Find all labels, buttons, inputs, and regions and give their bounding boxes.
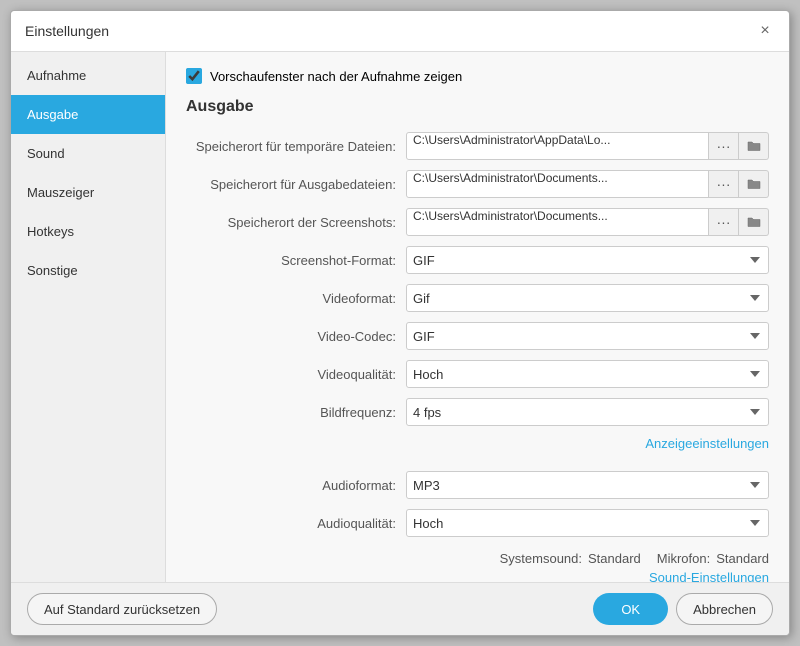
ok-button[interactable]: OK — [593, 593, 668, 625]
videoqualitaet-label: Videoqualität: — [186, 367, 406, 382]
sidebar-item-aufnahme[interactable]: Aufnahme — [11, 56, 165, 95]
bildfrequenz-row: Bildfrequenz: 4 fps — [186, 398, 769, 426]
action-buttons: OK Abbrechen — [593, 593, 773, 625]
screenshots-input[interactable]: C:\Users\Administrator\Documents... — [406, 208, 709, 236]
content-area: Aufnahme Ausgabe Sound Mauszeiger Hotkey… — [11, 52, 789, 582]
sidebar-item-sound[interactable]: Sound — [11, 134, 165, 173]
bildfrequenz-control: 4 fps — [406, 398, 769, 426]
main-inner: Vorschaufenster nach der Aufnahme zeigen… — [166, 52, 789, 582]
videoformat-label: Videoformat: — [186, 291, 406, 306]
temp-files-label: Speicherort für temporäre Dateien: — [186, 139, 406, 154]
folder-icon — [747, 140, 761, 152]
main-scroll: Vorschaufenster nach der Aufnahme zeigen… — [166, 52, 789, 582]
folder-icon — [747, 216, 761, 228]
sidebar: Aufnahme Ausgabe Sound Mauszeiger Hotkey… — [11, 52, 166, 582]
temp-files-dots-button[interactable]: ··· — [709, 132, 739, 160]
sound-settings-link[interactable]: Sound-Einstellungen — [649, 570, 769, 582]
anzeige-link-row: Anzeigeeinstellungen — [186, 436, 769, 451]
mikrofon-status: Mikrofon: Standard — [657, 551, 769, 566]
mikrofon-label: Mikrofon: — [657, 551, 710, 566]
main-panel: Vorschaufenster nach der Aufnahme zeigen… — [166, 52, 789, 582]
temp-files-control: C:\Users\Administrator\AppData\Lo... ··· — [406, 132, 769, 160]
systemsound-value: Standard — [588, 551, 641, 566]
screenshot-format-control: GIF — [406, 246, 769, 274]
screenshots-row: Speicherort der Screenshots: C:\Users\Ad… — [186, 208, 769, 236]
bottom-bar: Auf Standard zurücksetzen OK Abbrechen — [11, 582, 789, 635]
temp-files-input[interactable]: C:\Users\Administrator\AppData\Lo... — [406, 132, 709, 160]
screenshot-format-select[interactable]: GIF — [406, 246, 769, 274]
bildfrequenz-label: Bildfrequenz: — [186, 405, 406, 420]
screenshot-format-label: Screenshot-Format: — [186, 253, 406, 268]
temp-files-row: Speicherort für temporäre Dateien: C:\Us… — [186, 132, 769, 160]
audioqualitaet-label: Audioqualität: — [186, 516, 406, 531]
videoqualitaet-control: Hoch — [406, 360, 769, 388]
screenshots-label: Speicherort der Screenshots: — [186, 215, 406, 230]
dialog-title: Einstellungen — [25, 23, 109, 39]
preview-checkbox-label: Vorschaufenster nach der Aufnahme zeigen — [210, 69, 462, 84]
sidebar-item-hotkeys[interactable]: Hotkeys — [11, 212, 165, 251]
output-files-row: Speicherort für Ausgabedateien: C:\Users… — [186, 170, 769, 198]
screenshots-dots-button[interactable]: ··· — [709, 208, 739, 236]
bildfrequenz-select[interactable]: 4 fps — [406, 398, 769, 426]
output-files-control: C:\Users\Administrator\Documents... ··· — [406, 170, 769, 198]
output-files-dots-button[interactable]: ··· — [709, 170, 739, 198]
sidebar-item-mauszeiger[interactable]: Mauszeiger — [11, 173, 165, 212]
systemsound-status: Systemsound: Standard — [500, 551, 641, 566]
audioformat-select[interactable]: MP3 — [406, 471, 769, 499]
sidebar-item-sonstige[interactable]: Sonstige — [11, 251, 165, 290]
video-codec-label: Video-Codec: — [186, 329, 406, 344]
systemsound-label: Systemsound: — [500, 551, 582, 566]
videoformat-control: Gif — [406, 284, 769, 312]
audio-status-row: Systemsound: Standard Mikrofon: Standard — [186, 547, 769, 570]
temp-files-folder-button[interactable] — [739, 132, 769, 160]
videoqualitaet-row: Videoqualität: Hoch — [186, 360, 769, 388]
sound-link-row: Sound-Einstellungen — [186, 570, 769, 582]
audioqualitaet-row: Audioqualität: Hoch — [186, 509, 769, 537]
close-button[interactable]: × — [755, 21, 775, 41]
reset-button[interactable]: Auf Standard zurücksetzen — [27, 593, 217, 625]
mikrofon-value: Standard — [716, 551, 769, 566]
audioformat-row: Audioformat: MP3 — [186, 471, 769, 499]
audioformat-control: MP3 — [406, 471, 769, 499]
sidebar-item-ausgabe[interactable]: Ausgabe — [11, 95, 165, 134]
screenshots-control: C:\Users\Administrator\Documents... ··· — [406, 208, 769, 236]
audioqualitaet-control: Hoch — [406, 509, 769, 537]
folder-icon — [747, 178, 761, 190]
title-bar: Einstellungen × — [11, 11, 789, 52]
output-files-folder-button[interactable] — [739, 170, 769, 198]
preview-checkbox-row: Vorschaufenster nach der Aufnahme zeigen — [186, 64, 769, 84]
videoformat-row: Videoformat: Gif — [186, 284, 769, 312]
output-files-label: Speicherort für Ausgabedateien: — [186, 177, 406, 192]
video-codec-control: GIF — [406, 322, 769, 350]
audioqualitaet-select[interactable]: Hoch — [406, 509, 769, 537]
video-codec-select[interactable]: GIF — [406, 322, 769, 350]
screenshot-format-row: Screenshot-Format: GIF — [186, 246, 769, 274]
screenshots-folder-button[interactable] — [739, 208, 769, 236]
dialog: Einstellungen × Aufnahme Ausgabe Sound M… — [10, 10, 790, 636]
preview-checkbox[interactable] — [186, 68, 202, 84]
audioformat-label: Audioformat: — [186, 478, 406, 493]
cancel-button[interactable]: Abbrechen — [676, 593, 773, 625]
section-title: Ausgabe — [186, 98, 769, 116]
output-files-input[interactable]: C:\Users\Administrator\Documents... — [406, 170, 709, 198]
anzeige-link[interactable]: Anzeigeeinstellungen — [645, 436, 769, 451]
videoqualitaet-select[interactable]: Hoch — [406, 360, 769, 388]
videoformat-select[interactable]: Gif — [406, 284, 769, 312]
video-codec-row: Video-Codec: GIF — [186, 322, 769, 350]
